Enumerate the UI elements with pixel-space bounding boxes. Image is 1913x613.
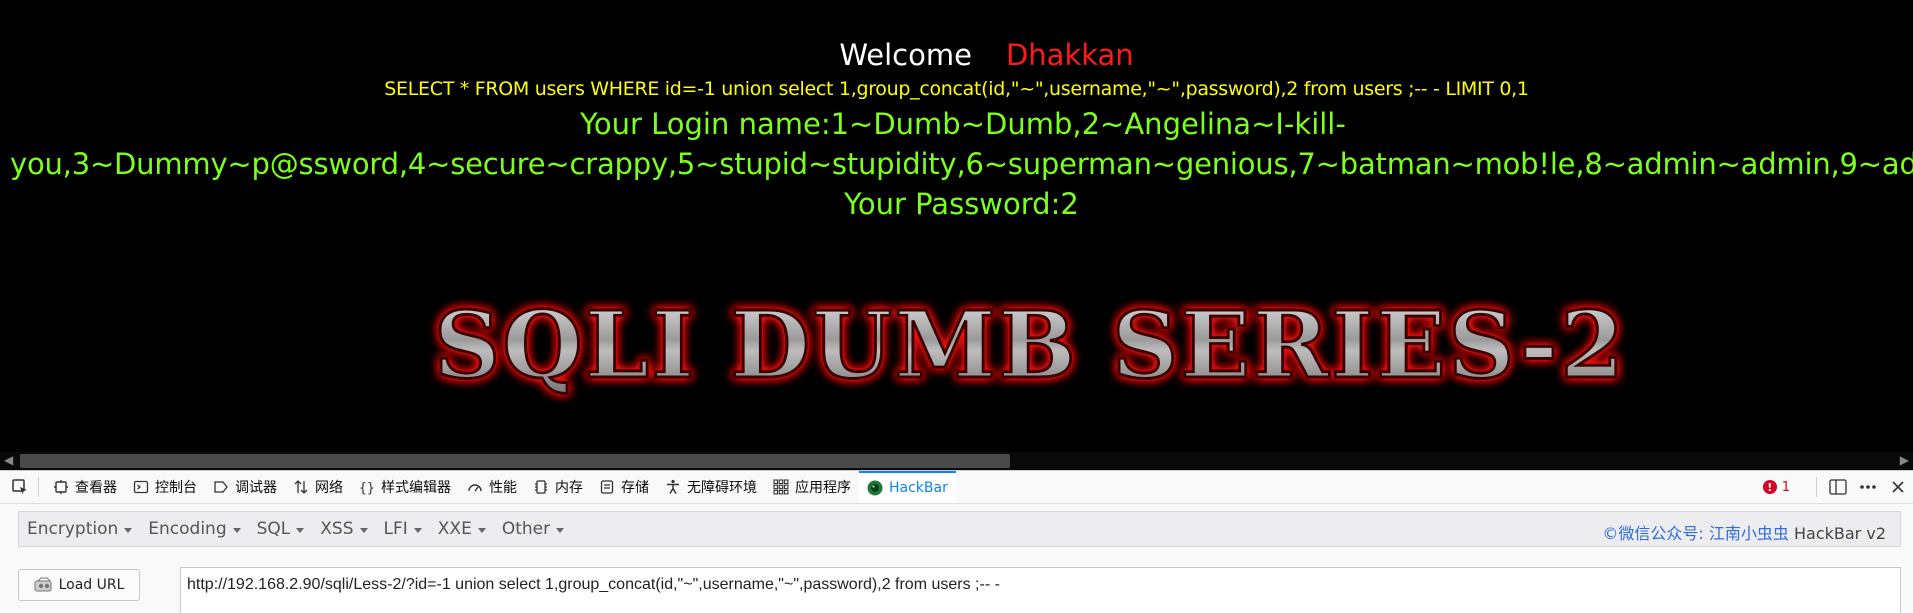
network-icon bbox=[294, 480, 308, 494]
menu-other[interactable]: Other bbox=[494, 519, 572, 539]
hackbar-brand: ©微信公众号: 江南小虫虫 HackBar v2 bbox=[1602, 520, 1886, 544]
accessibility-icon bbox=[667, 479, 679, 494]
tab-performance[interactable]: 性能 bbox=[459, 471, 525, 503]
menu-label: XSS bbox=[320, 519, 354, 539]
tab-console[interactable]: 控制台 bbox=[125, 471, 205, 503]
tab-label: 无障碍环境 bbox=[687, 480, 757, 496]
tab-label: 性能 bbox=[489, 480, 517, 496]
brand-wechat-label: ©微信公众号: 江南小虫虫 bbox=[1602, 524, 1789, 543]
tab-label: 网络 bbox=[315, 480, 343, 496]
menu-encryption[interactable]: Encryption bbox=[19, 519, 140, 539]
toolbar-divider bbox=[38, 477, 39, 497]
more-options-icon[interactable] bbox=[1853, 484, 1883, 490]
element-picker-icon[interactable] bbox=[8, 475, 32, 499]
storage-icon bbox=[600, 480, 614, 494]
menu-xss[interactable]: XSS bbox=[312, 519, 375, 539]
menu-xxe[interactable]: XXE bbox=[430, 519, 494, 539]
url-value: http://192.168.2.90/sqli/Less-2/?id=-1 u… bbox=[187, 576, 1000, 593]
chevron-down-icon bbox=[477, 527, 486, 533]
tab-label: HackBar bbox=[889, 480, 948, 496]
tab-label: 样式编辑器 bbox=[381, 480, 451, 496]
tab-storage[interactable]: 存储 bbox=[591, 471, 657, 503]
dock-side-icon[interactable] bbox=[1823, 479, 1853, 495]
menu-label: Encoding bbox=[148, 519, 227, 539]
horizontal-scrollbar[interactable]: ◀ ▶ bbox=[0, 452, 1913, 470]
url-input[interactable]: http://192.168.2.90/sqli/Less-2/?id=-1 u… bbox=[180, 567, 1901, 613]
svg-text:{}: {} bbox=[359, 481, 375, 495]
performance-icon bbox=[468, 484, 482, 492]
scroll-left-icon[interactable]: ◀ bbox=[4, 453, 13, 467]
hackbar-icon bbox=[867, 480, 883, 496]
load-url-label: Load URL bbox=[58, 577, 125, 593]
debugger-icon bbox=[214, 481, 228, 493]
banner-text: SQLI DUMB SERIES-2 bbox=[434, 291, 1626, 399]
tab-application[interactable]: 应用程序 bbox=[765, 471, 859, 503]
login-result: Your Login name:1~Dumb~Dumb,2~Angelina~I… bbox=[10, 104, 1913, 224]
toolbar-right-controls: ! 1 bbox=[1762, 471, 1913, 503]
scrollbar-thumb[interactable] bbox=[20, 454, 1010, 468]
welcome-line: Welcome Dhakkan bbox=[0, 38, 1913, 72]
error-count-badge[interactable]: ! 1 bbox=[1762, 479, 1790, 495]
sqli-banner-logo: SQLI DUMB SERIES-2 bbox=[432, 290, 1626, 401]
tab-hackbar[interactable]: HackBar bbox=[859, 471, 956, 503]
tab-label: 查看器 bbox=[75, 480, 117, 496]
error-count: 1 bbox=[1781, 479, 1790, 495]
tab-accessibility[interactable]: 无障碍环境 bbox=[657, 471, 765, 503]
inspector-icon bbox=[54, 480, 68, 494]
menu-lfi[interactable]: LFI bbox=[376, 519, 430, 539]
toolbar-divider bbox=[1816, 477, 1817, 497]
scroll-right-icon[interactable]: ▶ bbox=[1900, 453, 1909, 467]
menu-sql[interactable]: SQL bbox=[249, 519, 313, 539]
brand-version-label: HackBar v2 bbox=[1794, 524, 1886, 543]
tab-label: 应用程序 bbox=[795, 480, 851, 496]
close-icon[interactable] bbox=[1883, 480, 1913, 494]
chevron-down-icon bbox=[413, 527, 422, 533]
devtools-panel: 查看器 控制台 调试器 网络 {} 样式编辑器 性能 内存 存储 无障碍环境 应… bbox=[0, 470, 1913, 613]
style-editor-icon: {} bbox=[359, 481, 375, 495]
menu-label: Encryption bbox=[27, 519, 119, 539]
hackbar-menu-bar: Encryption Encoding SQL XSS LFI XXE Othe… bbox=[18, 511, 1901, 547]
welcome-label: Welcome bbox=[839, 38, 972, 72]
password-line: Your Password:2 bbox=[844, 187, 1079, 221]
login-name-line-2: you,3~Dummy~p@ssword,4~secure~crappy,5~s… bbox=[10, 147, 1913, 181]
tab-label: 控制台 bbox=[155, 480, 197, 496]
error-icon: ! bbox=[1762, 480, 1777, 494]
sql-query-text: SELECT * FROM users WHERE id=-1 union se… bbox=[384, 78, 1529, 100]
menu-label: XXE bbox=[437, 519, 472, 539]
application-icon bbox=[773, 479, 789, 495]
tab-memory[interactable]: 内存 bbox=[525, 471, 591, 503]
devtools-toolbar: 查看器 控制台 调试器 网络 {} 样式编辑器 性能 内存 存储 无障碍环境 应… bbox=[0, 471, 1913, 504]
load-url-icon bbox=[34, 577, 52, 592]
tab-label: 存储 bbox=[621, 480, 649, 496]
menu-encoding[interactable]: Encoding bbox=[140, 519, 248, 539]
load-url-button[interactable]: Load URL bbox=[18, 569, 140, 601]
chevron-down-icon bbox=[359, 527, 368, 533]
username-label: Dhakkan bbox=[1005, 38, 1134, 72]
tab-label: 调试器 bbox=[235, 480, 277, 496]
tab-label: 内存 bbox=[555, 480, 583, 496]
menu-label: LFI bbox=[383, 519, 408, 539]
chevron-down-icon bbox=[556, 527, 565, 533]
menu-label: Other bbox=[501, 519, 551, 539]
tab-style-editor[interactable]: {} 样式编辑器 bbox=[351, 471, 459, 503]
memory-icon bbox=[535, 480, 547, 494]
web-page: Welcome Dhakkan SELECT * FROM users WHERE… bbox=[0, 0, 1913, 452]
browser-window: Welcome Dhakkan SELECT * FROM users WHERE… bbox=[0, 0, 1913, 613]
chevron-down-icon bbox=[232, 527, 241, 533]
login-name-line-1: Your Login name:1~Dumb~Dumb,2~Angelina~I… bbox=[580, 107, 1346, 141]
tab-inspector[interactable]: 查看器 bbox=[45, 471, 125, 503]
tab-debugger[interactable]: 调试器 bbox=[205, 471, 285, 503]
chevron-down-icon bbox=[124, 527, 133, 533]
console-icon bbox=[133, 480, 149, 494]
tab-network[interactable]: 网络 bbox=[285, 471, 351, 503]
chevron-down-icon bbox=[296, 527, 305, 533]
menu-label: SQL bbox=[256, 519, 291, 539]
